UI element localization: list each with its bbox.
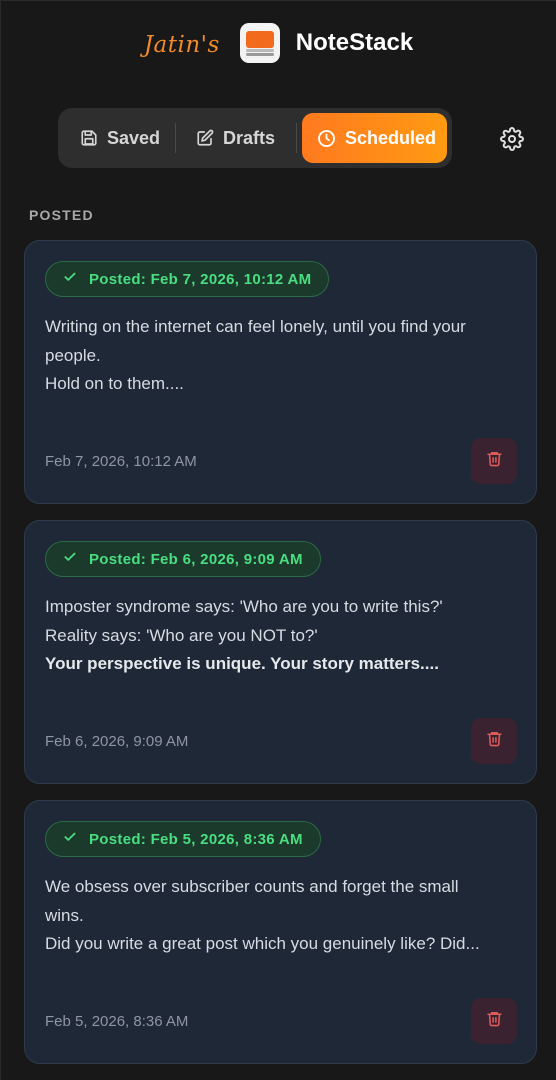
trash-icon bbox=[486, 730, 503, 752]
post-line: Writing on the internet can feel lonely,… bbox=[45, 317, 466, 336]
post-line: Imposter syndrome says: 'Who are you to … bbox=[45, 597, 443, 616]
notestack-logo-icon bbox=[239, 23, 280, 63]
delete-button[interactable] bbox=[471, 438, 517, 484]
posted-status-text: Posted: Feb 6, 2026, 9:09 AM bbox=[89, 550, 303, 568]
tab-saved-label: Saved bbox=[107, 127, 161, 148]
post-line: wins. bbox=[45, 905, 84, 925]
header: Jatin's NoteStack bbox=[1, 1, 556, 85]
trash-icon bbox=[486, 450, 503, 472]
post-line: people. bbox=[45, 345, 101, 365]
posted-status-text: Posted: Feb 5, 2026, 8:36 AM bbox=[89, 830, 303, 848]
posted-status-text: Posted: Feb 7, 2026, 10:12 AM bbox=[89, 270, 312, 288]
app-title: NoteStack bbox=[295, 29, 414, 56]
post-card[interactable]: Posted: Feb 6, 2026, 9:09 AM Imposter sy… bbox=[24, 520, 537, 784]
brand-owner-name: Jatin's bbox=[143, 32, 220, 58]
post-preview: We obsess over subscriber counts and for… bbox=[45, 873, 516, 959]
save-icon bbox=[80, 129, 98, 147]
tab-scheduled[interactable]: Scheduled bbox=[302, 113, 447, 163]
post-timestamp: Feb 6, 2026, 9:09 AM bbox=[45, 733, 189, 750]
delete-button[interactable] bbox=[471, 718, 517, 764]
post-line: Hold on to them.... bbox=[45, 374, 184, 393]
post-list: Posted: Feb 7, 2026, 10:12 AM Writing on… bbox=[24, 240, 537, 1080]
post-preview: Imposter syndrome says: 'Who are you to … bbox=[45, 593, 516, 679]
post-line: Reality says: 'Who are you NOT to?' bbox=[45, 625, 318, 645]
tab-divider bbox=[296, 123, 297, 153]
check-icon bbox=[63, 830, 77, 848]
app-window: Jatin's NoteStack Saved Drafts Scheduled… bbox=[0, 0, 556, 1080]
post-line: We obsess over subscriber counts and for… bbox=[45, 877, 459, 896]
check-icon bbox=[63, 270, 77, 288]
post-card[interactable]: Posted: Feb 5, 2026, 8:36 AM We obsess o… bbox=[24, 800, 537, 1064]
post-card[interactable]: Posted: Feb 7, 2026, 10:12 AM Writing on… bbox=[24, 240, 537, 504]
tab-bar: Saved Drafts Scheduled bbox=[58, 108, 452, 168]
post-line: Did you write a great post which you gen… bbox=[45, 934, 480, 953]
tab-scheduled-label: Scheduled bbox=[345, 127, 437, 148]
edit-icon bbox=[196, 129, 214, 147]
check-icon bbox=[63, 550, 77, 568]
settings-gear-icon[interactable] bbox=[500, 127, 524, 151]
tab-drafts[interactable]: Drafts bbox=[176, 113, 296, 163]
post-line-bold: Your perspective is unique. Your story m… bbox=[45, 654, 439, 673]
posted-status-badge: Posted: Feb 7, 2026, 10:12 AM bbox=[45, 261, 330, 297]
delete-button[interactable] bbox=[471, 998, 517, 1044]
section-label-posted: POSTED bbox=[29, 207, 94, 223]
tab-saved[interactable]: Saved bbox=[63, 113, 175, 163]
post-timestamp: Feb 5, 2026, 8:36 AM bbox=[45, 1013, 189, 1030]
tab-drafts-label: Drafts bbox=[223, 127, 276, 148]
posted-status-badge: Posted: Feb 5, 2026, 8:36 AM bbox=[45, 821, 321, 857]
posted-status-badge: Posted: Feb 6, 2026, 9:09 AM bbox=[45, 541, 321, 577]
trash-icon bbox=[486, 1010, 503, 1032]
post-preview: Writing on the internet can feel lonely,… bbox=[45, 313, 516, 399]
clock-icon bbox=[317, 129, 336, 148]
post-timestamp: Feb 7, 2026, 10:12 AM bbox=[45, 453, 197, 470]
